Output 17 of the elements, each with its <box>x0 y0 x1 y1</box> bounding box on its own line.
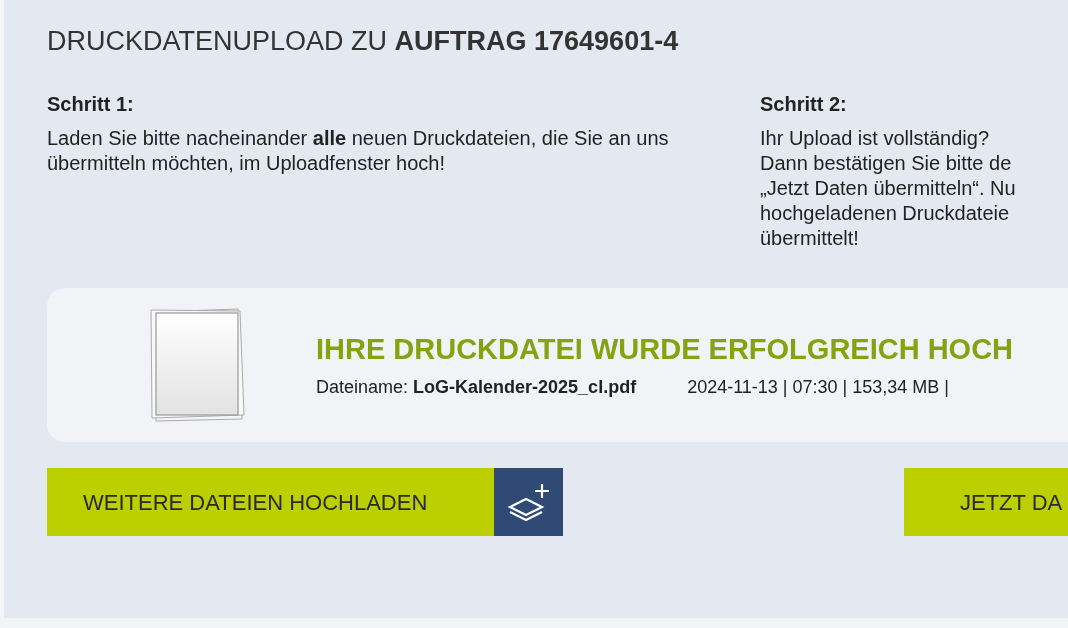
filename: LoG-Kalender-2025_cl.pdf <box>413 376 637 398</box>
upload-more-button[interactable]: WEITERE DATEIEN HOCHLADEN <box>47 468 494 536</box>
step-text: Dann bestätigen Sie bitte de <box>760 151 1012 176</box>
file-meta: 2024-11-13 | 07:30 | 153,34 MB | <box>687 376 949 398</box>
filename-label: Dateiname: <box>316 376 409 398</box>
submit-button[interactable]: JETZT DA <box>904 468 1068 536</box>
document-stack-icon <box>150 307 246 423</box>
page-title: DRUCKDATENUPLOAD ZU AUFTRAG 17649601-4 <box>47 25 679 58</box>
step-text: Laden Sie bitte nacheinander alle neuen Druckdateien, die Sie an uns übermitteln möchten, im Uploadfenster hoch! <box>47 126 670 176</box>
step-heading: Schritt 2: <box>760 92 847 116</box>
success-heading: IHRE DRUCKDATEI WURDE ERFOLGREICH HOCH <box>316 332 1014 366</box>
step-text: Ihr Upload ist vollständig? <box>760 126 989 151</box>
step-text: „Jetzt Daten übermitteln“. Nu <box>760 176 1016 201</box>
step-text: hochgeladenen Druckdateie <box>760 201 1010 226</box>
step-text: übermittelt! <box>760 226 859 251</box>
add-files-button[interactable] <box>494 468 563 536</box>
step-heading: Schritt 1: <box>47 92 134 116</box>
